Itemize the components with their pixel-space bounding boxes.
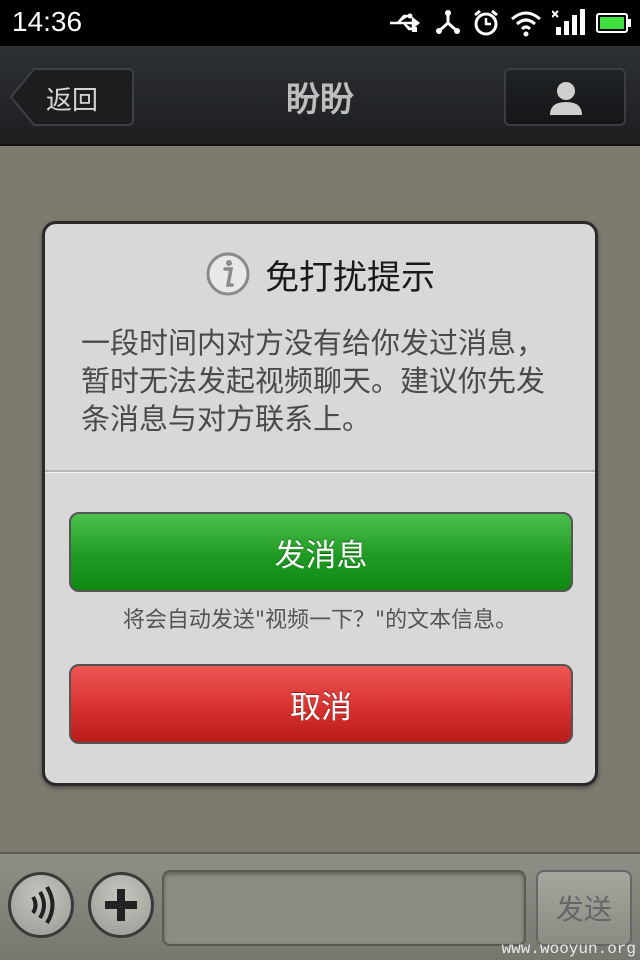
watermark: www.wooyun.org <box>501 940 636 958</box>
share-icon <box>434 9 462 37</box>
status-icons <box>388 7 632 39</box>
battery-icon <box>596 12 632 34</box>
status-bar: 14:36 <box>0 0 640 46</box>
voice-icon <box>31 885 55 925</box>
auto-send-note: 将会自动发送"视频一下？"的文本信息。 <box>122 608 518 633</box>
send-message-button[interactable]: 发消息 <box>69 512 573 592</box>
profile-button[interactable] <box>504 68 626 126</box>
nav-bar: 返回 盼盼 <box>0 46 640 146</box>
alarm-icon <box>472 9 500 37</box>
cancel-button[interactable]: 取消 <box>69 664 573 744</box>
message-input[interactable] <box>162 870 526 946</box>
send-button[interactable]: 发送 <box>536 870 632 946</box>
wifi-icon <box>510 9 542 37</box>
usb-icon <box>388 12 424 34</box>
dialog-divider <box>45 470 595 473</box>
do-not-disturb-dialog: 免打扰提示 一段时间内对方没有给你发过消息，暂时无法发起视频聊天。建议你先发条消… <box>42 221 598 786</box>
dialog-message: 一段时间内对方没有给你发过消息，暂时无法发起视频聊天。建议你先发条消息与对方联系… <box>81 326 546 436</box>
dialog-title: 免打扰提示 <box>265 257 435 298</box>
status-time: 14:36 <box>12 6 83 37</box>
voice-button[interactable] <box>8 872 74 938</box>
plus-icon <box>105 889 137 921</box>
dialog-header: 免打扰提示 <box>45 248 595 300</box>
plus-button[interactable] <box>88 872 154 938</box>
info-icon <box>206 252 250 296</box>
signal-icon <box>552 9 586 37</box>
profile-icon <box>550 82 582 115</box>
